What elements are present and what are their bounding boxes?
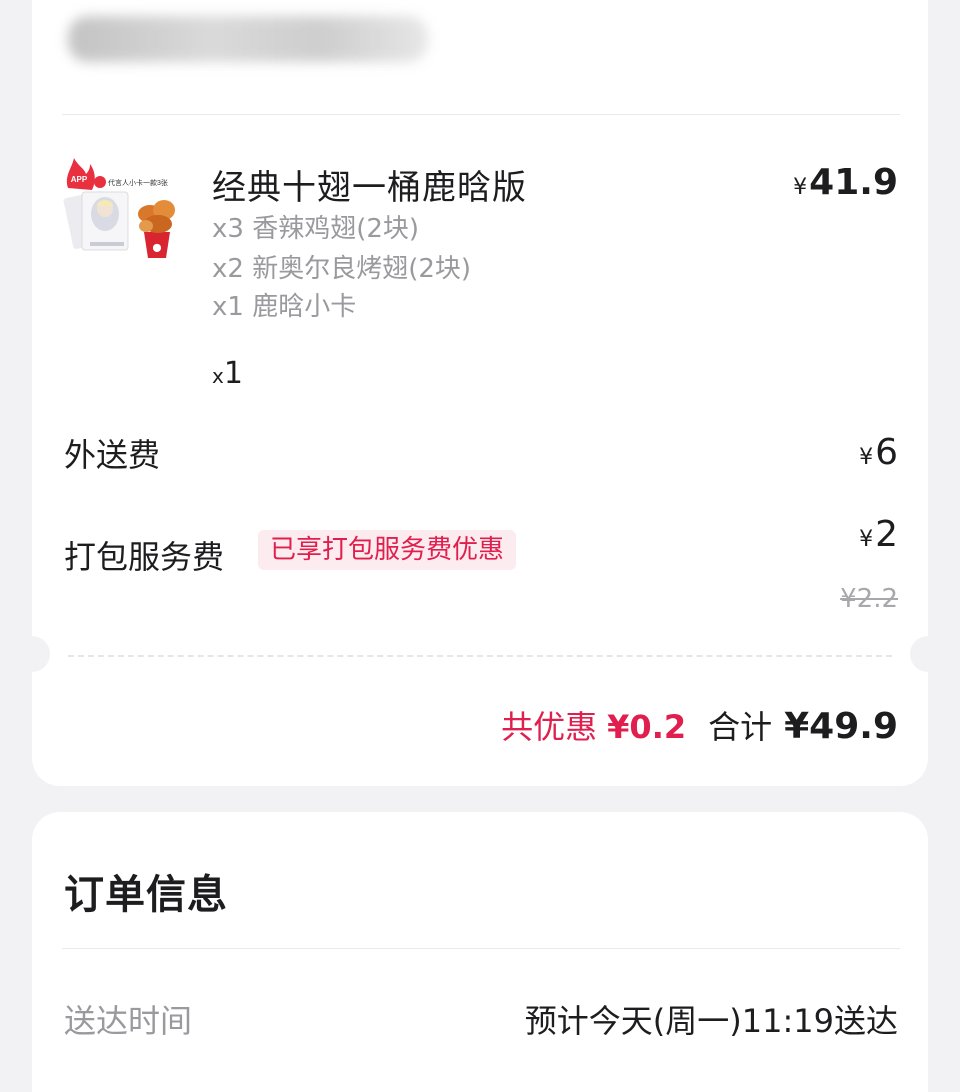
app-badge-text: APP	[71, 175, 88, 184]
section-title: 订单信息	[64, 872, 228, 918]
order-items-card: APP 代言人小卡一款3张 ⬤ 经典十翅一桶鹿晗版 ¥41.9 x3 香辣鸡翅(…	[14, 0, 946, 786]
svg-text:⬤: ⬤	[153, 243, 162, 252]
currency-symbol: ¥	[793, 175, 808, 200]
delivery-fee-price: ¥6	[859, 432, 898, 473]
order-summary: 共优惠 ¥0.2 合计 ¥49.9	[501, 702, 898, 748]
product-price: ¥41.9	[793, 162, 898, 203]
quantity-value: 1	[223, 356, 243, 391]
packing-fee-original-price: ¥2.2	[840, 584, 898, 614]
packing-fee-label: 打包服务费	[64, 538, 225, 576]
product-thumbnail[interactable]: APP 代言人小卡一款3张 ⬤	[60, 154, 176, 260]
product-image-caption: 代言人小卡一款3张	[108, 178, 168, 187]
delivery-fee-label: 外送费	[64, 436, 161, 474]
product-spec-item: x1 鹿晗小卡	[212, 292, 357, 322]
packing-fee-value: 2	[875, 514, 898, 555]
delivery-time-label: 送达时间	[64, 1002, 193, 1040]
product-quantity: x1	[212, 356, 243, 391]
ticket-notch-right	[910, 636, 946, 672]
divider	[62, 114, 900, 115]
delivery-time-value: 预计今天(周一)11:19送达	[524, 1002, 898, 1040]
ticket-notch-left	[14, 636, 50, 672]
currency-symbol: ¥	[859, 445, 874, 470]
currency-symbol: ¥	[859, 527, 874, 552]
packing-discount-badge: 已享打包服务费优惠	[258, 530, 517, 570]
packing-fee-price: ¥2	[859, 514, 898, 555]
product-title[interactable]: 经典十翅一桶鹿晗版	[212, 160, 527, 209]
store-name-blurred	[68, 16, 428, 62]
discount-label: 共优惠	[501, 708, 598, 746]
discount-value: ¥0.2	[607, 708, 687, 746]
delivery-fee-value: 6	[875, 432, 898, 473]
total-label: 合计	[708, 708, 773, 746]
total-value: ¥49.9	[784, 706, 898, 747]
product-spec-item: x3 香辣鸡翅(2块)	[212, 214, 420, 244]
dashed-divider	[68, 655, 892, 657]
product-price-value: 41.9	[809, 162, 898, 203]
product-spec-item: x2 新奥尔良烤翅(2块)	[212, 254, 472, 284]
quantity-prefix: x	[212, 364, 224, 388]
divider	[62, 948, 900, 949]
order-info-card: 订单信息 送达时间 预计今天(周一)11:19送达	[32, 812, 928, 1092]
